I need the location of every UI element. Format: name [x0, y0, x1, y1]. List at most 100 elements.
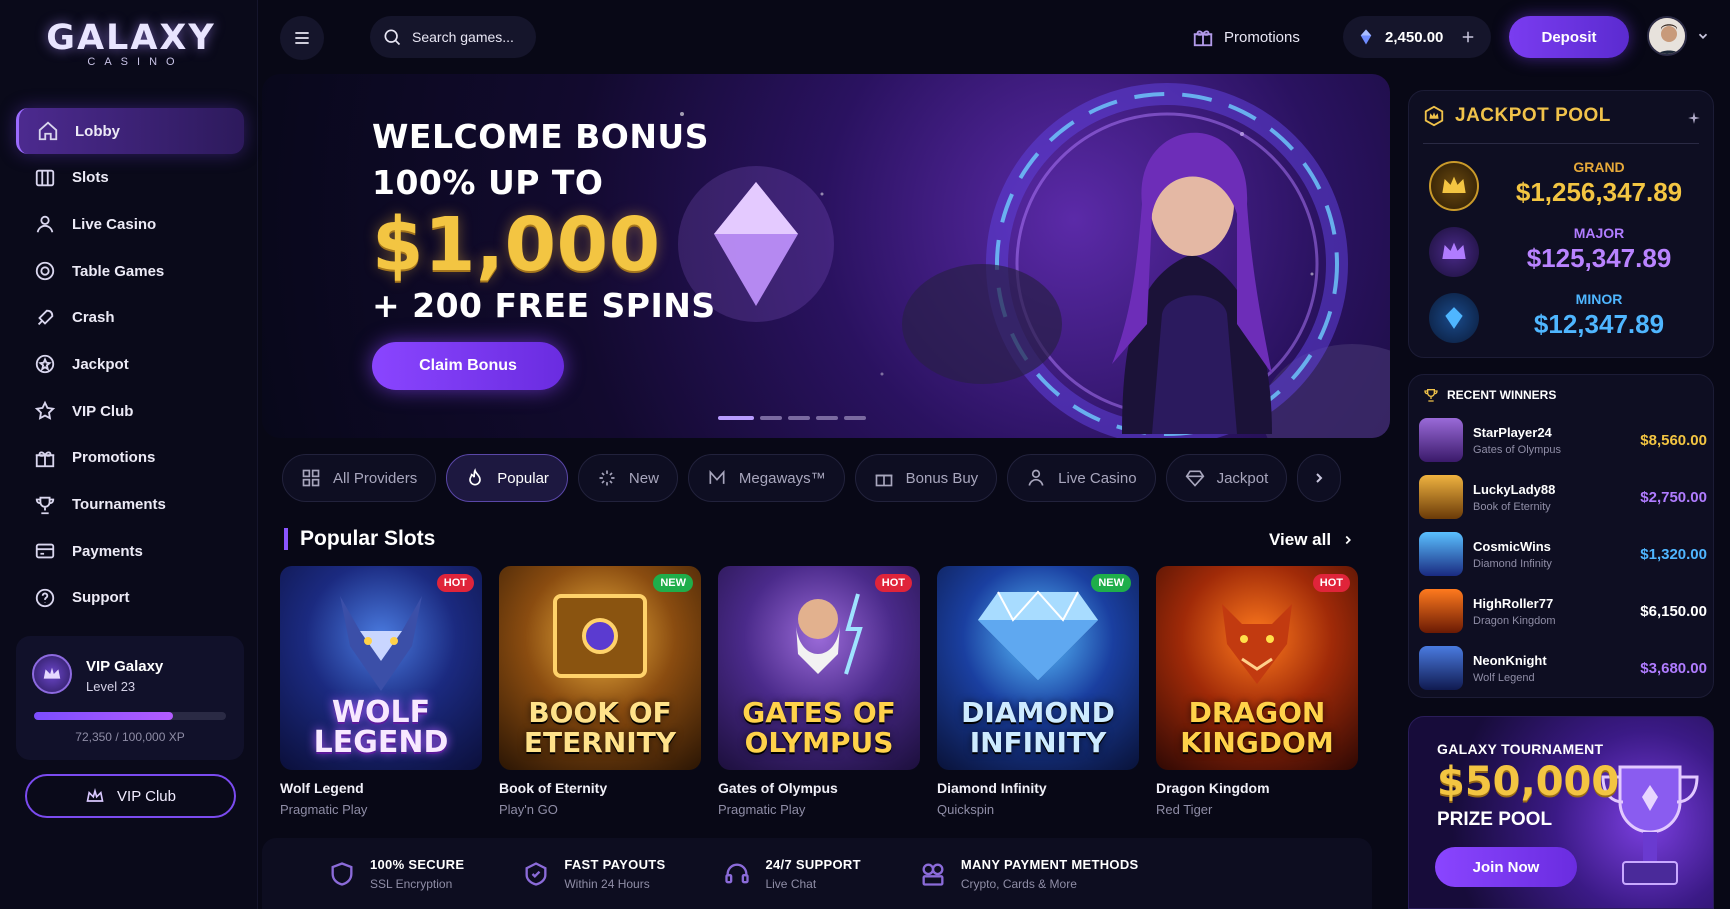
- chevron-right-icon: [1345, 535, 1352, 545]
- game-card[interactable]: HOT WOLF LEGEND Wolf Legend Pragmatic Pl…: [280, 566, 482, 817]
- game-card[interactable]: NEW DIAMOND INFINITY Diamond Infinity Qu…: [937, 566, 1139, 817]
- feature-support: 24/7 SUPPORT Live Chat: [723, 857, 861, 891]
- game-card[interactable]: NEW BOOK OF ETERNITY Book of Eternity Pl…: [499, 566, 701, 817]
- winner-row[interactable]: HighRoller77 Dragon Kingdom $6,150.00: [1419, 588, 1707, 634]
- sidebar-item-crash[interactable]: Crash: [16, 295, 244, 341]
- sidebar-item-label: Payments: [72, 542, 143, 560]
- game-name[interactable]: Book of Eternity: [499, 780, 701, 796]
- sidebar-item-jackpot[interactable]: Jackpot: [16, 341, 244, 387]
- chip-label: Live Casino: [1058, 469, 1137, 487]
- game-thumbnail[interactable]: HOT GATES OF OLYMPUS: [718, 566, 920, 770]
- sidebar-item-live-casino[interactable]: Live Casino: [16, 201, 244, 247]
- chip-all-providers[interactable]: All Providers: [282, 454, 437, 502]
- sidebar-item-slots[interactable]: Slots: [16, 155, 244, 201]
- sidebar-item-payments[interactable]: Payments: [16, 528, 244, 574]
- divider: [1423, 143, 1699, 144]
- carousel-dot[interactable]: [760, 416, 782, 420]
- chip-label: Jackpot: [1216, 469, 1269, 487]
- search-input[interactable]: [412, 29, 522, 45]
- sidebar: GALAXY CASINO Lobby Slots Live Casino Ta…: [0, 0, 258, 909]
- menu-button[interactable]: [280, 16, 324, 60]
- headset-icon: [725, 863, 750, 883]
- carousel-dot[interactable]: [788, 416, 810, 420]
- brand-logo[interactable]: GALAXY CASINO: [36, 18, 226, 68]
- sidebar-item-promotions[interactable]: Promotions: [16, 435, 244, 481]
- tier-amount: $1,256,347.89: [1515, 177, 1683, 207]
- chip-live-casino[interactable]: Live Casino: [1007, 454, 1156, 502]
- game-name[interactable]: Diamond Infinity: [937, 780, 1139, 796]
- sidebar-item-support[interactable]: Support: [16, 575, 244, 621]
- minor-coin-icon: [1429, 293, 1479, 343]
- winner-name: LuckyLady88: [1473, 481, 1556, 497]
- chip-jackpot[interactable]: Jackpot: [1165, 454, 1288, 502]
- sidebar-item-label: Support: [72, 589, 130, 607]
- dragon-art: [1222, 604, 1292, 684]
- jackpot-crown-icon: [1424, 105, 1444, 127]
- help-icon: [35, 588, 55, 608]
- jackpot-minor: MINOR $12,347.89: [1429, 289, 1699, 349]
- add-funds-icon[interactable]: [1459, 28, 1477, 46]
- vip-badge-icon: [32, 654, 72, 694]
- promotions-label: Promotions: [1224, 28, 1300, 46]
- chip-new[interactable]: New: [577, 454, 678, 502]
- game-art-title: WOLF LEGEND: [313, 695, 449, 760]
- feature-sub: Within 24 Hours: [564, 876, 650, 891]
- join-now-button[interactable]: Join Now: [1435, 847, 1577, 887]
- winner-row[interactable]: StarPlayer24 Gates of Olympus $8,560.00: [1419, 417, 1707, 463]
- chip-label: New: [628, 469, 659, 487]
- carousel-dot[interactable]: [718, 416, 754, 420]
- game-thumb: [1419, 475, 1463, 519]
- sidebar-item-label: Tournaments: [72, 496, 166, 513]
- live-casino-icon: [36, 216, 54, 233]
- hot-badge: HOT: [436, 574, 474, 592]
- winner-row[interactable]: NeonKnight Wolf Legend $3,680.00: [1419, 645, 1707, 691]
- winner-row[interactable]: CosmicWins Diamond Infinity $1,320.00: [1419, 531, 1707, 577]
- game-card[interactable]: HOT GATES OF OLYMPUS Gates of Olympus Pr…: [718, 566, 920, 817]
- game-thumb: [1419, 589, 1463, 633]
- deposit-button[interactable]: Deposit: [1509, 16, 1629, 58]
- game-name[interactable]: Gates of Olympus: [718, 780, 920, 796]
- carousel-dots[interactable]: [718, 416, 866, 420]
- sidebar-item-tournaments[interactable]: Tournaments: [16, 482, 244, 528]
- avatar[interactable]: [1647, 16, 1687, 56]
- game-thumbnail[interactable]: NEW DIAMOND INFINITY: [937, 566, 1139, 770]
- game-name[interactable]: Wolf Legend: [280, 780, 482, 796]
- game-thumb: [1419, 646, 1463, 690]
- sidebar-item-label: Slots: [72, 169, 109, 187]
- chip-bonus-buy[interactable]: Bonus Buy: [854, 454, 998, 502]
- view-all-link[interactable]: View all: [1269, 530, 1355, 550]
- chevron-right-icon: [1316, 473, 1323, 483]
- chips-next-button[interactable]: [1297, 454, 1342, 502]
- claim-bonus-button[interactable]: Claim Bonus: [372, 342, 564, 390]
- chip-label: Bonus Buy: [905, 469, 979, 487]
- chip-megaways[interactable]: Megaways™: [687, 454, 845, 502]
- carousel-dot[interactable]: [844, 416, 866, 420]
- sparkle-icon: [599, 470, 615, 486]
- game-name[interactable]: Dragon Kingdom: [1156, 780, 1358, 796]
- game-provider: Red Tiger: [1156, 802, 1213, 817]
- sidebar-item-table-games[interactable]: Table Games: [16, 248, 244, 294]
- megaways-icon: [709, 469, 725, 484]
- game-thumbnail[interactable]: HOT WOLF LEGEND: [280, 566, 482, 770]
- game-thumbnail[interactable]: HOT DRAGON KINGDOM: [1156, 566, 1358, 770]
- search-bar[interactable]: [370, 16, 536, 58]
- promotions-link[interactable]: Promotions: [1192, 22, 1300, 52]
- carousel-dot[interactable]: [816, 416, 838, 420]
- gift-icon: [1193, 30, 1213, 47]
- winner-row[interactable]: LuckyLady88 Book of Eternity $2,750.00: [1419, 474, 1707, 520]
- chip-popular[interactable]: Popular: [446, 454, 568, 502]
- sidebar-item-vip-club[interactable]: VIP Club: [16, 388, 244, 434]
- game-art-title: DIAMOND INFINITY: [961, 696, 1115, 759]
- trophy-icon: [1424, 389, 1438, 402]
- game-card[interactable]: HOT DRAGON KINGDOM Dragon Kingdom Red Ti…: [1156, 566, 1358, 817]
- game-thumbnail[interactable]: NEW BOOK OF ETERNITY: [499, 566, 701, 770]
- chevron-down-icon[interactable]: [1696, 29, 1710, 43]
- diamond-art: [978, 590, 1098, 680]
- vip-club-button[interactable]: VIP Club: [25, 774, 236, 818]
- sidebar-item-lobby[interactable]: Lobby: [16, 108, 244, 154]
- sidebar-item-label: Promotions: [72, 449, 156, 467]
- game-thumb: [1419, 418, 1463, 462]
- hot-badge: HOT: [1312, 574, 1350, 592]
- payment-methods-icon: [922, 863, 944, 886]
- winner-name: CosmicWins: [1473, 538, 1551, 554]
